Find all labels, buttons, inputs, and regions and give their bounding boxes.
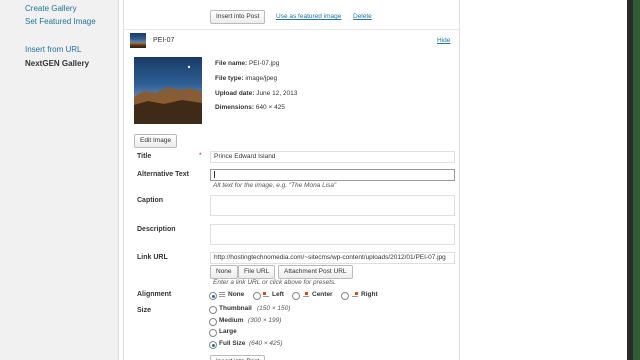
alignment-label: Alignment	[137, 291, 172, 298]
link-attachment-post-url-button[interactable]: Attachment Post URL	[278, 265, 353, 279]
upload-date-row: Upload date: June 12, 2013	[215, 90, 298, 97]
title-label: Title	[137, 153, 152, 160]
size-medium-label[interactable]: Medium	[219, 317, 244, 324]
sidebar: Create Gallery Set Featured Image Insert…	[0, 0, 119, 360]
size-label: Size	[137, 307, 152, 314]
size-medium-dims: (300 × 199)	[248, 317, 282, 324]
item-thumbnail	[130, 33, 146, 48]
size-full-dims: (640 × 425)	[249, 340, 283, 347]
background-strip	[633, 0, 640, 360]
align-left-icon	[263, 292, 269, 297]
size-medium-radio[interactable]	[209, 318, 217, 326]
description-label: Description	[137, 226, 176, 233]
use-as-featured-image-link[interactable]: Use as featured image	[276, 13, 341, 20]
size-thumbnail-label[interactable]: Thumbnail	[219, 305, 252, 312]
size-large-radio[interactable]	[209, 329, 217, 337]
file-type-row: File type: image/jpeg	[215, 75, 278, 82]
link-url-help: Enter a link URL or click above for pres…	[213, 279, 337, 286]
align-right-radio[interactable]	[341, 292, 349, 300]
title-input[interactable]: Prince Edward Island	[210, 151, 455, 163]
sidebar-link-insert-from-url[interactable]: Insert from URL	[25, 45, 81, 54]
align-center-icon	[303, 292, 309, 297]
sidebar-link-set-featured-image[interactable]: Set Featured Image	[25, 17, 96, 26]
required-marker: *	[199, 152, 202, 159]
size-thumbnail-dims: (150 × 150)	[257, 305, 291, 312]
align-right-icon	[352, 292, 358, 297]
delete-link[interactable]: Delete	[353, 13, 372, 20]
media-dialog-window: Create Gallery Set Featured Image Insert…	[0, 0, 627, 360]
size-full-label[interactable]: Full Size	[219, 340, 245, 347]
align-left-radio[interactable]	[253, 292, 261, 300]
insert-into-post-button[interactable]: Insert into Post	[210, 10, 266, 24]
edit-image-button[interactable]: Edit Image	[134, 134, 178, 148]
right-empty-area	[460, 0, 627, 360]
size-thumbnail-radio[interactable]	[209, 306, 217, 314]
align-none-radio[interactable]	[209, 292, 217, 300]
media-item-panel: Insert into Post Use as featured image D…	[123, 0, 460, 360]
image-preview	[134, 57, 202, 124]
align-center-label[interactable]: Center	[312, 291, 333, 298]
insert-into-post-button-bottom[interactable]: Insert into Post	[210, 355, 266, 360]
link-none-button[interactable]: None	[210, 265, 238, 279]
link-url-label: Link URL	[137, 254, 168, 261]
link-file-url-button[interactable]: File URL	[238, 265, 276, 279]
description-textarea[interactable]	[210, 224, 455, 245]
hide-toggle-link[interactable]: Hide	[437, 37, 450, 44]
align-none-icon	[219, 292, 225, 297]
sidebar-link-create-gallery[interactable]: Create Gallery	[25, 4, 77, 13]
link-url-input[interactable]: http://hostingtechnomedia.com/~sitecms/w…	[210, 252, 455, 264]
caption-label: Caption	[137, 197, 164, 204]
text-cursor	[214, 170, 215, 178]
align-center-radio[interactable]	[292, 292, 300, 300]
alternative-text-label: Alternative Text	[137, 171, 189, 178]
file-name-row: File name: PEI-07.jpg	[215, 60, 280, 67]
align-left-label[interactable]: Left	[272, 291, 284, 298]
alternative-text-help: Alt text for the image, e.g. “The Mona L…	[213, 182, 337, 189]
size-large-label[interactable]: Large	[219, 328, 237, 335]
align-none-label[interactable]: None	[228, 291, 244, 298]
divider	[124, 29, 459, 30]
caption-textarea[interactable]	[210, 195, 455, 216]
size-full-radio[interactable]	[209, 341, 217, 349]
alternative-text-input[interactable]	[210, 169, 455, 181]
align-right-label[interactable]: Right	[361, 291, 378, 298]
item-name: PEI-07	[153, 37, 175, 44]
sidebar-item-nextgen-gallery[interactable]: NextGEN Gallery	[25, 59, 89, 68]
dimensions-row: Dimensions: 640 × 425	[215, 104, 285, 111]
